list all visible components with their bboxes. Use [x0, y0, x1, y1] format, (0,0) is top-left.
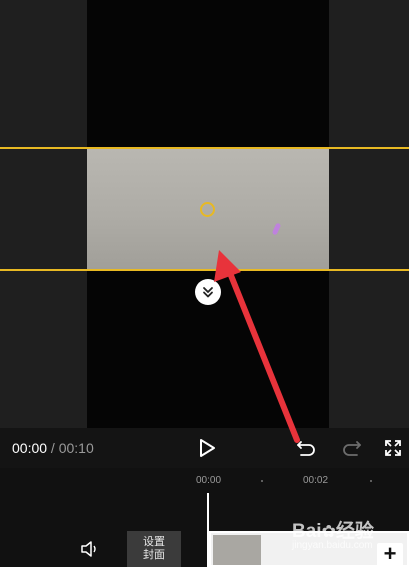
- cover-button-line2: 封面: [143, 549, 165, 561]
- ruler-tick: [261, 480, 263, 482]
- timeline-panel: 00:00 00:02 设置 封面 +: [0, 468, 409, 567]
- ruler-label-2s: 00:02: [303, 475, 329, 486]
- fullscreen-icon[interactable]: [383, 438, 403, 458]
- ruler-tick: [370, 480, 372, 482]
- set-cover-button[interactable]: 设置 封面: [127, 531, 181, 567]
- undo-icon[interactable]: [296, 438, 318, 458]
- ruler-label-start: 00:00: [196, 475, 222, 486]
- double-chevron-down-icon[interactable]: [195, 279, 221, 305]
- timecode-display: 00:00 / 00:10: [12, 440, 94, 456]
- current-time: 00:00: [12, 440, 48, 456]
- cover-button-line1: 设置: [143, 536, 165, 548]
- total-duration: 00:10: [58, 440, 94, 456]
- time-separator: /: [47, 440, 59, 456]
- clip-thumbnail: [213, 535, 261, 565]
- speaker-icon[interactable]: [80, 541, 98, 562]
- play-icon[interactable]: [197, 437, 217, 459]
- add-clip-button[interactable]: +: [377, 543, 403, 567]
- focus-circle-icon[interactable]: [200, 202, 215, 217]
- video-preview-area: [0, 0, 409, 428]
- timeline-playhead[interactable]: [207, 493, 209, 567]
- redo-icon[interactable]: [340, 438, 362, 458]
- playback-controls-bar: 00:00 / 00:10: [0, 428, 409, 468]
